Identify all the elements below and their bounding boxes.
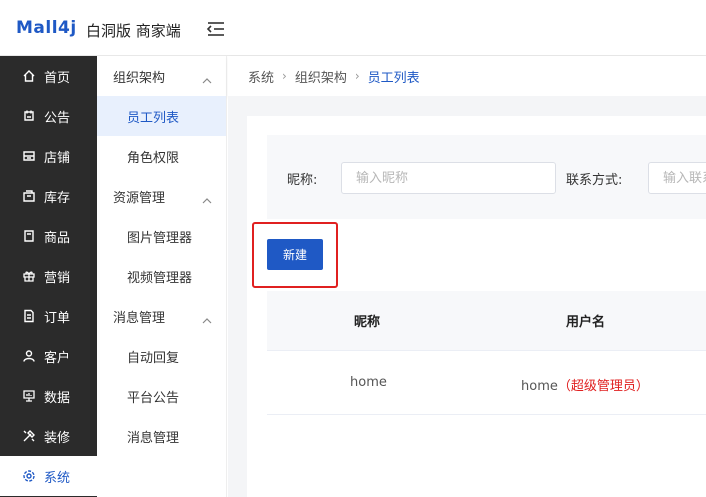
nav-item-decor[interactable]: 装修: [0, 416, 97, 456]
nav-item-label: 客户: [44, 350, 71, 366]
decor-icon: [22, 429, 36, 443]
home-icon: [22, 69, 36, 83]
nav-item-marketing[interactable]: 营销: [0, 256, 97, 296]
gift-icon: [22, 269, 36, 283]
nav-item-order[interactable]: 订单: [0, 296, 97, 336]
cell-nickname: home: [350, 375, 387, 390]
data-icon: [22, 389, 36, 403]
nav-item-system[interactable]: 系统: [0, 456, 97, 496]
contact-label: 联系方式:: [566, 173, 623, 188]
nickname-input[interactable]: [341, 162, 556, 194]
username-text: home: [521, 379, 558, 394]
nav-item-label: 商品: [44, 230, 71, 246]
submenu-item-image-manager[interactable]: 图片管理器: [97, 216, 226, 256]
nav-item-notice[interactable]: 公告: [0, 96, 97, 136]
nav-item-data[interactable]: 数据: [0, 376, 97, 416]
nav-item-store[interactable]: 店铺: [0, 136, 97, 176]
chevron-right-icon: ›: [282, 69, 287, 83]
new-button[interactable]: 新建: [267, 239, 323, 270]
breadcrumb-item[interactable]: 系统: [248, 67, 274, 86]
chevron-up-icon: [202, 313, 212, 324]
secondary-sidebar: 组织架构 员工列表 角色权限 资源管理 图片管理器 视频管理器 消息管理 自动回…: [97, 56, 227, 497]
submenu-group-label: 组织架构: [113, 70, 166, 86]
submenu-item-label: 视频管理器: [127, 270, 193, 286]
notice-icon: [22, 109, 36, 123]
nav-item-label: 公告: [44, 110, 71, 126]
inventory-icon: [22, 189, 36, 203]
cell-username: home（超级管理员）: [521, 375, 649, 394]
submenu-item-label: 角色权限: [127, 150, 180, 166]
breadcrumb-current: 员工列表: [367, 70, 420, 86]
submenu-item-auto-reply[interactable]: 自动回复: [97, 336, 226, 376]
submenu-group-messages[interactable]: 消息管理: [97, 296, 226, 336]
primary-sidebar: 首页 公告 店铺 库存 商品 营销 订单 客户 数据 装修 系统: [0, 56, 97, 497]
chevron-right-icon: ›: [354, 69, 360, 83]
nav-item-label: 装修: [44, 430, 71, 446]
submenu-item-label: 员工列表: [127, 110, 180, 126]
app-edition-title: 白洞版 商家端: [86, 22, 181, 40]
super-admin-tag: （超级管理员）: [557, 379, 649, 394]
nav-item-label: 订单: [44, 310, 71, 326]
system-icon: [22, 469, 36, 483]
submenu-item-label: 消息管理: [127, 430, 180, 446]
table-header: 昵称 用户名: [267, 291, 706, 351]
store-icon: [22, 149, 36, 163]
product-icon: [22, 229, 36, 243]
order-icon: [22, 309, 36, 323]
nav-item-inventory[interactable]: 库存: [0, 176, 97, 216]
nav-item-label: 库存: [44, 190, 71, 206]
contact-input[interactable]: [648, 162, 706, 194]
table-row: home home（超级管理员）: [267, 351, 706, 415]
submenu-group-organization[interactable]: 组织架构: [97, 56, 226, 96]
breadcrumb: 系统 › 组织架构 › 员工列表: [228, 56, 706, 96]
menu-collapse-icon[interactable]: [206, 21, 226, 37]
nav-item-label: 首页: [44, 70, 71, 86]
submenu-item-role-permissions[interactable]: 角色权限: [97, 136, 226, 176]
submenu-group-label: 消息管理: [113, 310, 166, 326]
submenu-item-label: 平台公告: [127, 390, 180, 406]
submenu-item-platform-notice[interactable]: 平台公告: [97, 376, 226, 416]
chevron-up-icon: [202, 193, 212, 204]
top-header: Mall4j 白洞版 商家端: [0, 0, 706, 56]
submenu-item-message-management[interactable]: 消息管理: [97, 416, 226, 456]
submenu-group-label: 资源管理: [113, 190, 166, 206]
customer-icon: [22, 349, 36, 363]
nav-item-label: 营销: [44, 270, 71, 286]
column-header-nickname: 昵称: [354, 315, 381, 330]
nav-item-home[interactable]: 首页: [0, 56, 97, 96]
nickname-label: 昵称:: [287, 173, 318, 188]
breadcrumb-item[interactable]: 组织架构: [295, 67, 347, 86]
nav-item-label: 店铺: [44, 150, 71, 166]
submenu-item-video-manager[interactable]: 视频管理器: [97, 256, 226, 296]
chevron-up-icon: [202, 73, 212, 84]
nav-item-product[interactable]: 商品: [0, 216, 97, 256]
column-header-username: 用户名: [566, 315, 606, 330]
nav-item-customer[interactable]: 客户: [0, 336, 97, 376]
submenu-item-label: 自动回复: [127, 350, 180, 366]
submenu-item-employee-list[interactable]: 员工列表: [97, 96, 226, 136]
nav-item-label: 系统: [44, 470, 71, 486]
submenu-group-resources[interactable]: 资源管理: [97, 176, 226, 216]
submenu-item-label: 图片管理器: [127, 230, 193, 246]
app-logo[interactable]: Mall4j: [16, 18, 77, 38]
nav-item-label: 数据: [44, 390, 71, 406]
